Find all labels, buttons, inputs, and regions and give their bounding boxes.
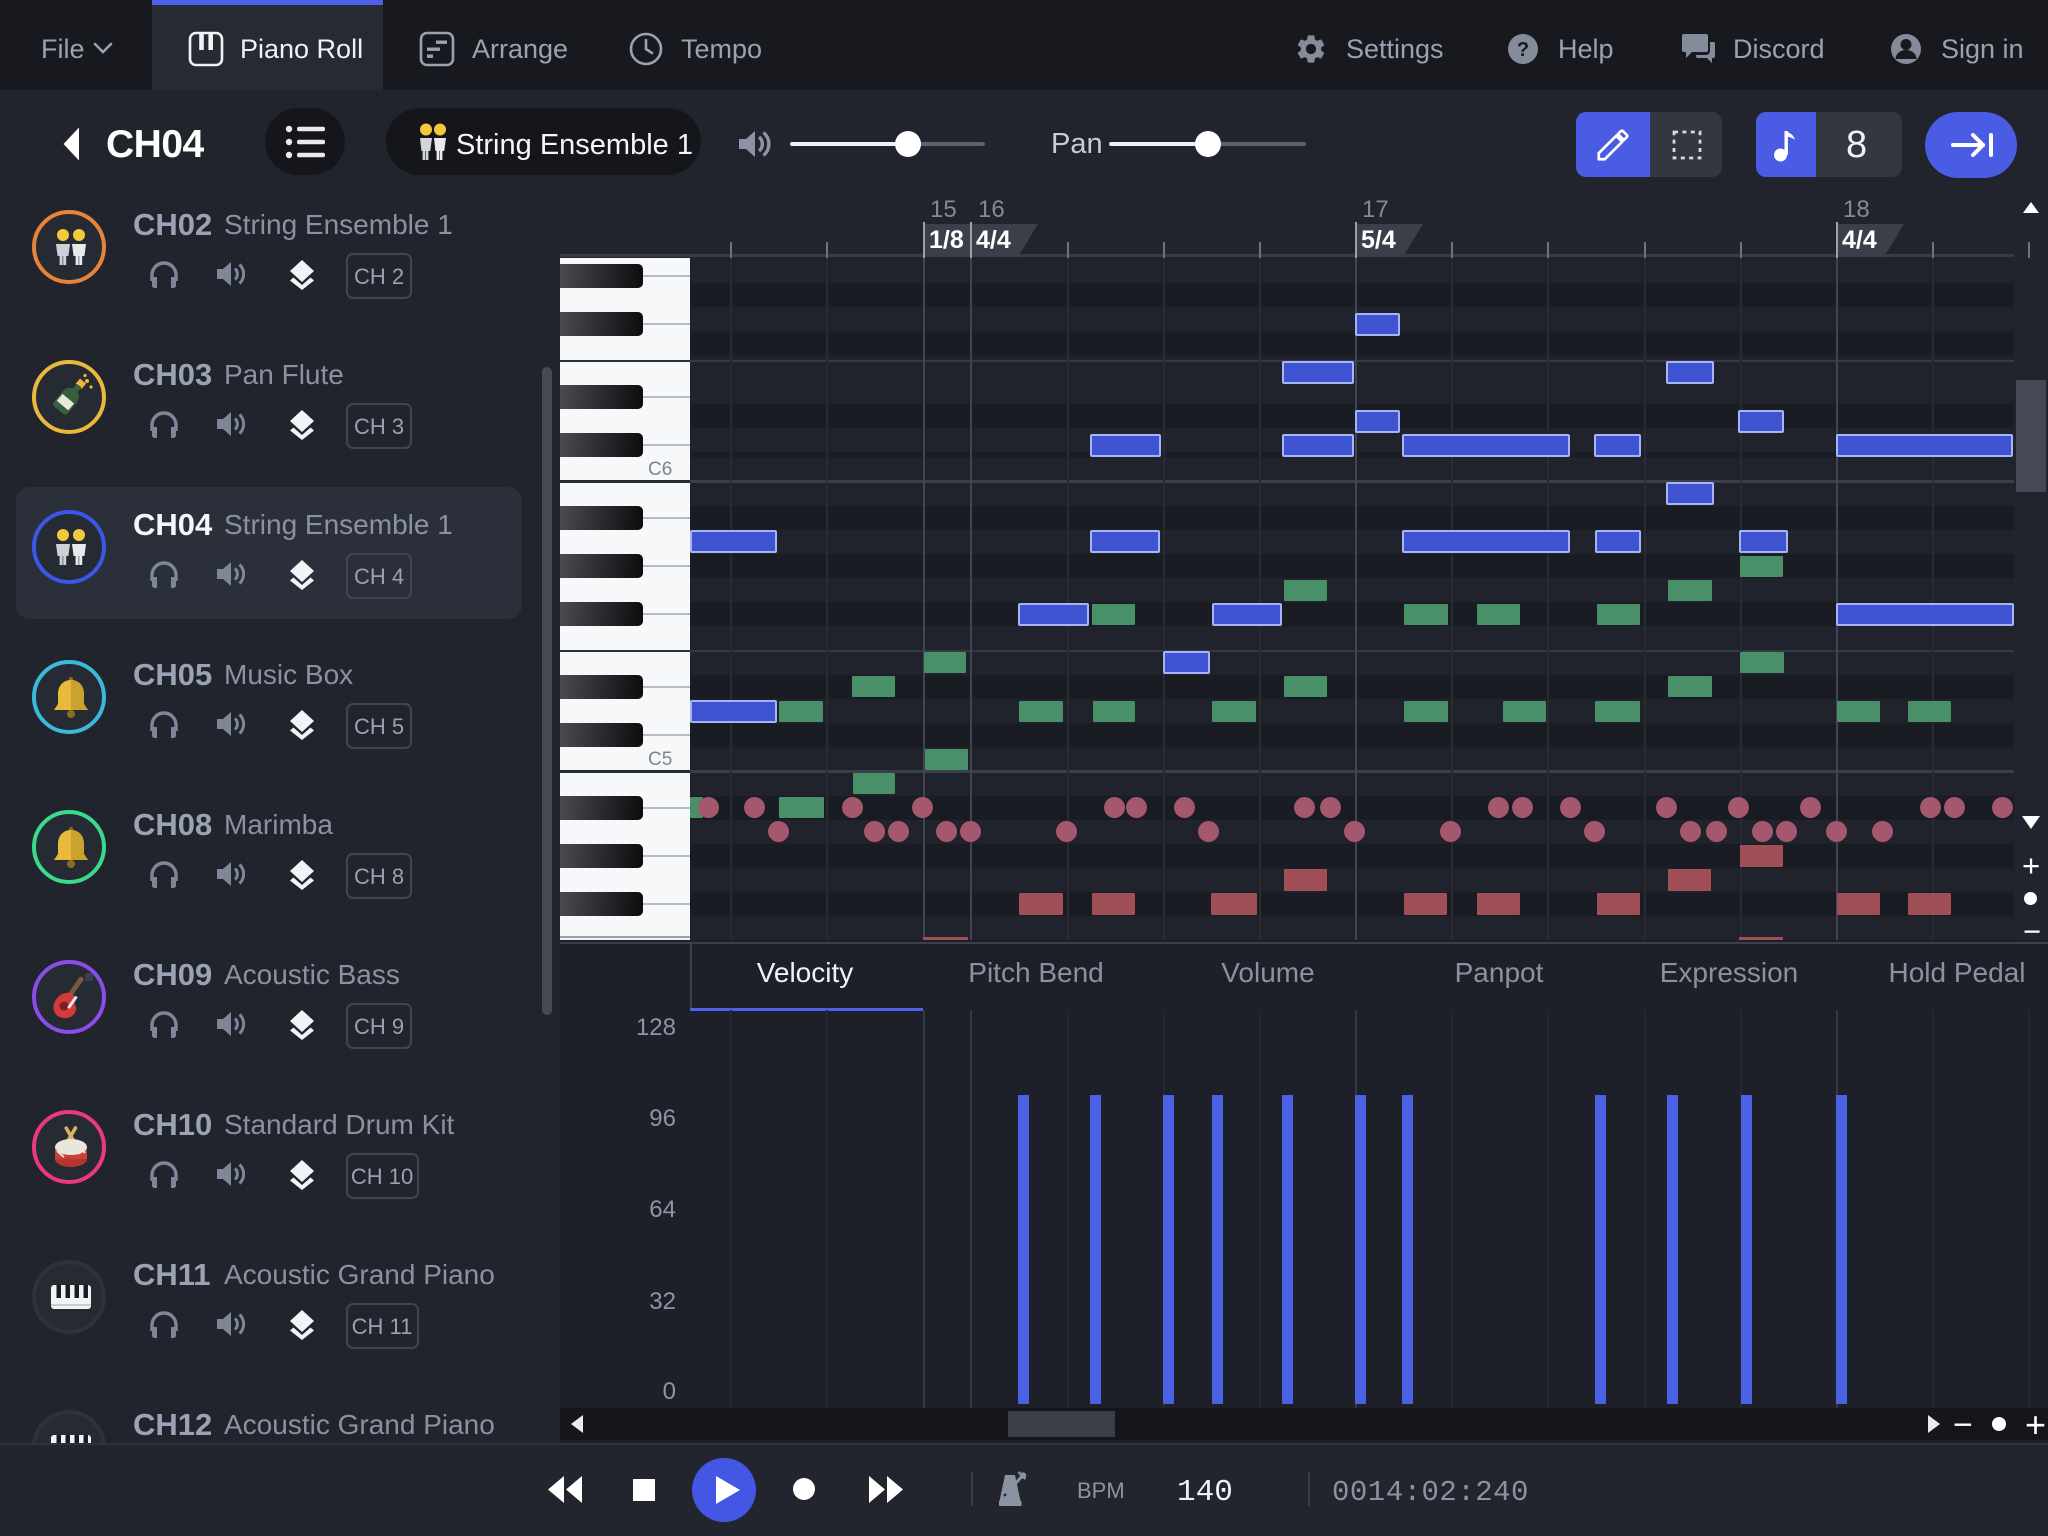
svg-text:?: ?	[1517, 39, 1529, 61]
